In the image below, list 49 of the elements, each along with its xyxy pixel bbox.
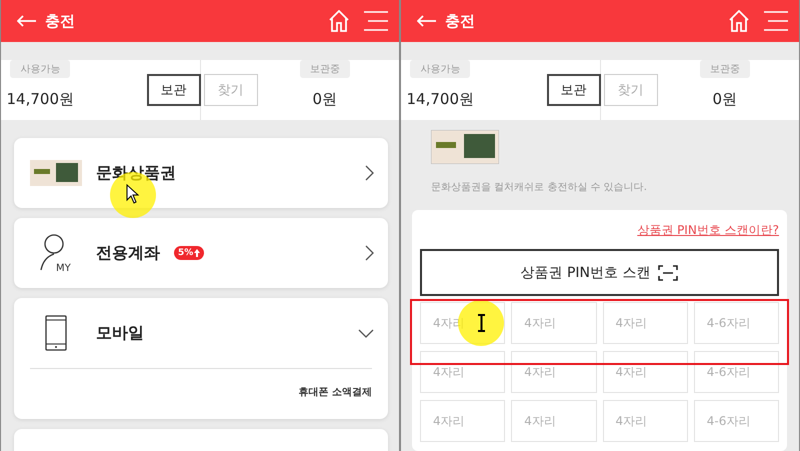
rate-badge: 5%: [174, 246, 204, 260]
voucher-card-image: [431, 130, 499, 164]
menu-title: 문화상품권: [96, 162, 176, 184]
text-cursor-icon: [477, 314, 486, 332]
available-amount: 14,700원: [6, 90, 74, 109]
menu-title: 전용계좌: [96, 242, 160, 264]
stored-amount: 0원: [712, 90, 738, 109]
chevron-down-icon: [358, 328, 374, 338]
pin-input-field[interactable]: 4-6자리: [694, 400, 779, 442]
mouse-pointer-icon: [126, 184, 140, 204]
pin-input-field[interactable]: 4자리: [511, 351, 596, 393]
sub-menu-item[interactable]: 휴대폰 소액결제: [14, 369, 388, 419]
back-arrow-icon[interactable]: [417, 15, 437, 27]
pin-input-field[interactable]: 4자리: [602, 400, 688, 442]
menu-icon[interactable]: [363, 10, 389, 32]
back-arrow-icon[interactable]: [17, 15, 37, 27]
menu-card[interactable]: MY 전용계좌 5%: [14, 218, 388, 288]
description-text: 문화상품권을 컬처캐쉬로 충전하실 수 있습니다.: [431, 181, 648, 194]
home-icon[interactable]: [329, 10, 349, 32]
balance-button[interactable]: 보관: [146, 74, 200, 106]
pin-scan-button[interactable]: 상품권 PIN번호 스캔: [420, 249, 779, 296]
mobile-phone-icon: [45, 315, 67, 351]
voucher-card-image: [30, 160, 82, 186]
pin-input-field[interactable]: 4자리: [511, 302, 596, 344]
home-icon[interactable]: [729, 10, 749, 32]
page-title: 충전: [45, 12, 75, 30]
page-title: 충전: [445, 12, 475, 30]
available-label: 사용가능: [410, 60, 470, 78]
scan-frame-icon: [658, 264, 678, 280]
chevron-right-icon: [365, 165, 374, 181]
chevron-right-icon: [365, 245, 374, 261]
pin-input-field[interactable]: 4-6자리: [694, 302, 779, 344]
pin-input-field[interactable]: 4-6자리: [694, 351, 779, 393]
menu-card[interactable]: 모바일 휴대폰 소액결제: [14, 298, 388, 419]
menu-title: 모바일: [96, 322, 144, 344]
pin-input-field[interactable]: 4자리: [511, 400, 596, 442]
stored-label: 보관중: [300, 60, 350, 78]
menu-icon[interactable]: [763, 10, 789, 32]
available-amount: 14,700원: [406, 90, 474, 109]
scan-help-link[interactable]: 상품권 PIN번호 스캔이란?: [420, 222, 779, 239]
balance-button[interactable]: 보관: [546, 74, 600, 106]
menu-card[interactable]: 문화상품권: [14, 138, 388, 208]
pin-input-field[interactable]: 4자리: [420, 351, 506, 393]
stored-amount: 0원: [312, 90, 338, 109]
pin-input-field[interactable]: 4자리: [420, 400, 506, 442]
available-label: 사용가능: [10, 60, 70, 78]
pin-input-field[interactable]: 4자리: [602, 351, 688, 393]
stored-label: 보관중: [700, 60, 750, 78]
pin-input-field[interactable]: 4자리: [602, 302, 688, 344]
